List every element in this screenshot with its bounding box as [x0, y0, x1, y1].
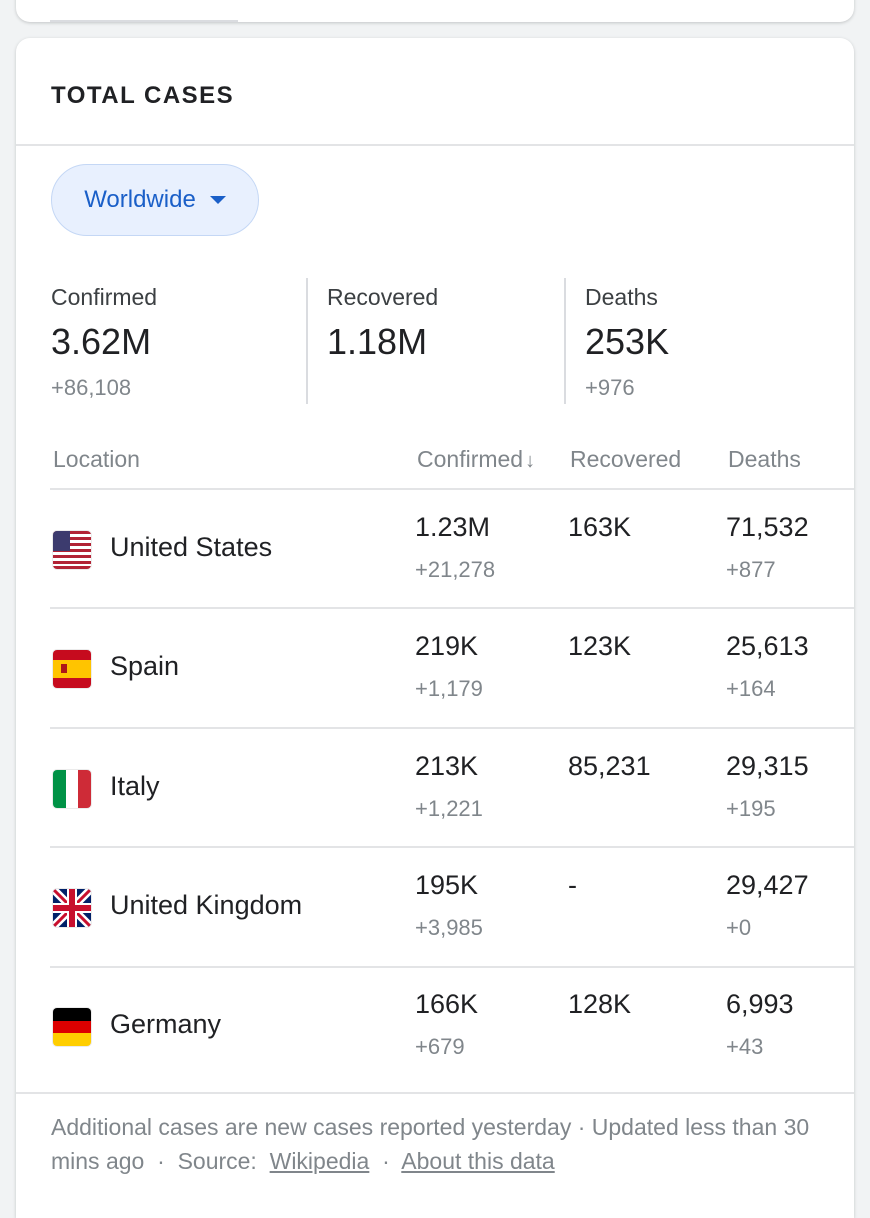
recovered-value: 85,231 [568, 751, 651, 781]
summary-divider [306, 278, 308, 404]
deaths-cell: 29,315 +195 [726, 751, 809, 822]
column-header-confirmed[interactable]: Confirmed ↓ [417, 446, 535, 473]
summary-confirmed: Confirmed 3.62M +86,108 [51, 284, 157, 401]
confirmed-delta: +21,278 [415, 557, 496, 582]
previous-card [16, 0, 854, 22]
deaths-value: 29,427 [726, 870, 809, 900]
sort-down-arrow-icon: ↓ [525, 450, 536, 472]
summary-divider [564, 278, 566, 404]
wikipedia-link[interactable]: Wikipedia [270, 1148, 370, 1174]
summary-value: 3.62M [51, 321, 152, 362]
confirmed-cell: 213K +1,221 [415, 751, 483, 822]
caret-down-icon [209, 196, 226, 204]
summary-value: 1.18M [327, 321, 428, 362]
uk-flag-icon [53, 889, 91, 927]
confirmed-value: 195K [415, 870, 479, 900]
summary-delta: +86,108 [51, 375, 132, 400]
recovered-cell: 85,231 [568, 751, 651, 782]
source-label: Source: [177, 1148, 257, 1174]
italy-flag-icon [53, 770, 91, 808]
summary-label: Confirmed [51, 284, 158, 310]
deaths-delta: +877 [726, 557, 776, 582]
recovered-value: 163K [568, 512, 632, 542]
column-header-recovered[interactable]: Recovered [570, 446, 681, 473]
table-row[interactable]: Germany 166K +679 128K 6,993 +43 [50, 967, 854, 1085]
footer-note: Additional cases are new cases reported … [51, 1114, 810, 1174]
column-header-label: Confirmed [417, 446, 524, 472]
region-selector-button[interactable]: Worldwide [51, 164, 259, 236]
confirmed-delta: +1,179 [415, 676, 483, 701]
deaths-cell: 25,613 +164 [726, 631, 809, 702]
confirmed-delta: +679 [415, 1034, 465, 1059]
confirmed-value: 219K [415, 631, 479, 661]
deaths-value: 6,993 [726, 989, 794, 1019]
table-row[interactable]: United Kingdom 195K +3,985 - 29,427 +0 [50, 848, 854, 966]
country-name: United Kingdom [110, 890, 303, 920]
table-row[interactable]: Italy 213K +1,221 85,231 29,315 +195 [50, 729, 854, 847]
us-flag-icon [53, 531, 91, 569]
title-divider [16, 144, 854, 146]
confirmed-value: 213K [415, 751, 479, 781]
country-name: Germany [110, 1009, 222, 1039]
recovered-value: 123K [568, 631, 632, 661]
confirmed-cell: 219K +1,179 [415, 631, 483, 702]
deaths-delta: +43 [726, 1034, 764, 1059]
table-row[interactable]: United States 1.23M +21,278 163K 71,532 … [50, 490, 854, 608]
recovered-value: - [568, 870, 577, 900]
deaths-delta: +195 [726, 796, 776, 821]
column-header-location[interactable]: Location [53, 446, 140, 473]
region-selector-label: Worldwide [84, 186, 196, 213]
recovered-cell: 128K [568, 989, 631, 1020]
summary-deaths: Deaths 253K +976 [585, 284, 669, 401]
deaths-cell: 29,427 +0 [726, 870, 809, 941]
confirmed-value: 166K [415, 989, 479, 1019]
summary-delta: +976 [585, 375, 635, 400]
spain-flag-icon [53, 650, 91, 688]
column-header-deaths[interactable]: Deaths [728, 446, 801, 473]
country-name: United States [110, 532, 273, 562]
deaths-cell: 71,532 +877 [726, 512, 809, 583]
summary-recovered: Recovered 1.18M [327, 284, 438, 375]
deaths-value: 29,315 [726, 751, 809, 781]
confirmed-delta: +3,985 [415, 915, 483, 940]
confirmed-value: 1.23M [415, 512, 491, 542]
summary-label: Deaths [585, 284, 658, 310]
country-name: Italy [110, 771, 160, 801]
recovered-cell: 163K [568, 512, 631, 543]
confirmed-cell: 195K +3,985 [415, 870, 483, 941]
footer-divider [16, 1092, 854, 1094]
confirmed-delta: +1,221 [415, 796, 483, 821]
table-row[interactable]: Spain 219K +1,179 123K 25,613 +164 [50, 609, 854, 727]
previous-card-edge [50, 20, 238, 22]
summary-label: Recovered [327, 284, 439, 310]
total-cases-card: TOTAL CASES Worldwide Confirmed 3.62M +8… [16, 38, 854, 1218]
card-title: TOTAL CASES [51, 82, 235, 109]
confirmed-cell: 1.23M +21,278 [415, 512, 495, 583]
deaths-delta: +164 [726, 676, 776, 701]
about-data-link[interactable]: About this data [401, 1148, 554, 1174]
confirmed-cell: 166K +679 [415, 989, 478, 1060]
deaths-value: 71,532 [726, 512, 809, 542]
germany-flag-icon [53, 1008, 91, 1046]
recovered-value: 128K [568, 989, 632, 1019]
recovered-cell: 123K [568, 631, 631, 662]
deaths-delta: +0 [726, 915, 752, 940]
summary-value: 253K [585, 321, 670, 362]
country-name: Spain [110, 651, 180, 681]
deaths-cell: 6,993 +43 [726, 989, 794, 1060]
deaths-value: 25,613 [726, 631, 809, 661]
recovered-cell: - [568, 870, 577, 901]
